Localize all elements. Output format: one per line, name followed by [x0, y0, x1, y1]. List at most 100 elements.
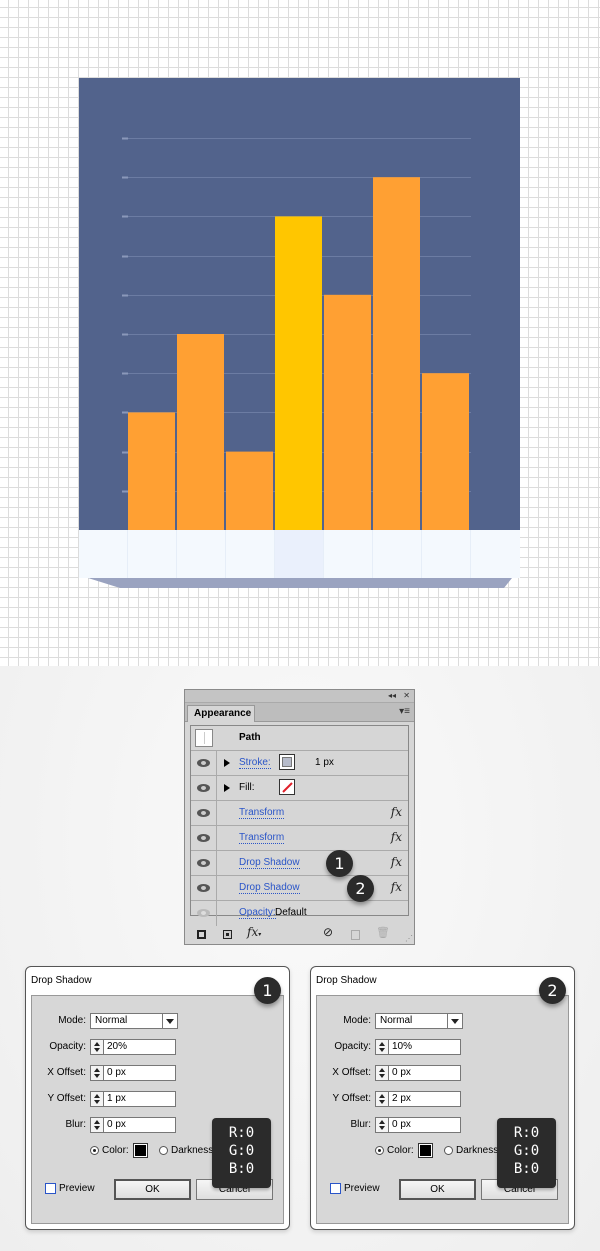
effect-row[interactable]: Transform fx [191, 826, 408, 851]
ok-button[interactable]: OK [114, 1179, 191, 1200]
color-radio[interactable] [375, 1146, 384, 1155]
blur-input[interactable]: 0 px [388, 1117, 461, 1133]
base-highlight [275, 530, 323, 578]
drop-shadow-link[interactable]: Drop Shadow [239, 882, 300, 894]
y-offset-input[interactable]: 2 px [388, 1091, 461, 1107]
y-offset-stepper[interactable] [90, 1091, 104, 1107]
y-offset-stepper[interactable] [375, 1091, 389, 1107]
mode-select[interactable]: Normal [90, 1013, 178, 1029]
fx-icon: fx [390, 855, 402, 869]
x-offset-stepper[interactable] [375, 1065, 389, 1081]
effect-row[interactable]: Transform fx [191, 801, 408, 826]
add-effect-icon[interactable]: fx▾ [247, 926, 261, 940]
step-badge: 1 [326, 850, 353, 877]
shadow-color-swatch[interactable] [418, 1143, 433, 1158]
path-title: Path [239, 732, 261, 743]
stroke-weight: 1 px [315, 757, 334, 768]
transform-link[interactable]: Transform [239, 832, 285, 844]
x-offset-stepper[interactable] [90, 1065, 104, 1081]
close-icon[interactable]: ✕ [403, 690, 410, 701]
bar [177, 334, 224, 530]
darkness-label: Darkness [456, 1145, 499, 1156]
y-tick [122, 255, 128, 258]
opacity-input[interactable]: 20% [103, 1039, 176, 1055]
drop-shadow-link[interactable]: Drop Shadow [239, 857, 300, 869]
blur-stepper[interactable] [90, 1117, 104, 1133]
opacity-stepper[interactable] [375, 1039, 389, 1055]
panel-footer: fx▾ ⊘ 🗑 ⋰ [185, 925, 414, 944]
panel-menu-icon[interactable]: ▾≡ [399, 706, 410, 717]
opacity-input[interactable]: 10% [388, 1039, 461, 1055]
stroke-link[interactable]: Stroke: [239, 757, 271, 769]
step-badge: 1 [254, 977, 281, 1004]
y-offset-label: Y Offset: [332, 1093, 371, 1104]
add-stroke-icon[interactable] [197, 930, 206, 939]
eye-icon[interactable] [197, 834, 210, 842]
opacity-row[interactable]: Opacity: Default [191, 901, 408, 926]
ok-button[interactable]: OK [399, 1179, 476, 1200]
step-badge: 2 [539, 977, 566, 1004]
eye-icon[interactable] [197, 909, 210, 917]
chevron-down-icon[interactable] [162, 1014, 177, 1028]
fill-none-swatch[interactable] [279, 779, 295, 795]
panel-titlebar: ◂◂ ✕ [185, 690, 414, 703]
clear-appearance-icon[interactable]: ⊘ [323, 926, 333, 938]
collapse-icon[interactable]: ◂◂ [388, 690, 396, 701]
preview-label: Preview [344, 1183, 380, 1194]
preview-checkbox[interactable] [330, 1183, 341, 1194]
path-thumbnail [195, 729, 213, 747]
shadow-color-swatch[interactable] [133, 1143, 148, 1158]
dialog-title: Drop Shadow [31, 975, 92, 986]
blur-stepper[interactable] [375, 1117, 389, 1133]
preview-checkbox[interactable] [45, 1183, 56, 1194]
bar [324, 294, 371, 530]
chart-base-shadow [88, 578, 512, 588]
y-tick [122, 411, 128, 414]
eye-icon[interactable] [197, 784, 210, 792]
y-tick [122, 137, 128, 140]
transform-link[interactable]: Transform [239, 807, 285, 819]
stroke-swatch[interactable] [279, 754, 295, 770]
effect-row[interactable]: Drop Shadow fx [191, 851, 408, 876]
expand-triangle-icon[interactable] [224, 784, 230, 792]
darkness-radio[interactable] [444, 1146, 453, 1155]
bar [128, 412, 175, 530]
x-offset-label: X Offset: [332, 1067, 371, 1078]
darkness-label: Darkness [171, 1145, 214, 1156]
drop-shadow-dialog: Drop Shadow Mode: Normal Opacity: 10% X … [310, 966, 575, 1230]
dialog-title: Drop Shadow [316, 975, 377, 986]
color-label: Color: [102, 1145, 129, 1156]
fx-icon: fx [390, 880, 402, 894]
blur-input[interactable]: 0 px [103, 1117, 176, 1133]
opacity-link[interactable]: Opacity: [239, 907, 276, 919]
eye-icon[interactable] [197, 809, 210, 817]
x-offset-input[interactable]: 0 px [103, 1065, 176, 1081]
y-offset-input[interactable]: 1 px [103, 1091, 176, 1107]
color-label: Color: [387, 1145, 414, 1156]
x-offset-input[interactable]: 0 px [388, 1065, 461, 1081]
tab-appearance[interactable]: Appearance [187, 705, 255, 722]
eye-icon[interactable] [197, 759, 210, 767]
expand-triangle-icon[interactable] [224, 759, 230, 767]
bar [422, 373, 469, 530]
effect-row[interactable]: Drop Shadow fx [191, 876, 408, 901]
stroke-row[interactable]: Stroke: 1 px [191, 751, 408, 776]
color-radio[interactable] [90, 1146, 99, 1155]
darkness-radio[interactable] [159, 1146, 168, 1155]
add-fill-icon[interactable] [223, 930, 232, 939]
opacity-value: Default [275, 907, 307, 918]
y-tick [122, 176, 128, 179]
delete-item-icon[interactable]: 🗑 [376, 928, 390, 939]
duplicate-item-icon[interactable] [351, 930, 360, 940]
chevron-down-icon[interactable] [447, 1014, 462, 1028]
path-header-row: Path [191, 726, 408, 751]
fill-row[interactable]: Fill: [191, 776, 408, 801]
opacity-stepper[interactable] [90, 1039, 104, 1055]
fill-label: Fill: [239, 782, 255, 793]
resize-grip-icon[interactable]: ⋰ [405, 933, 413, 944]
eye-icon[interactable] [197, 859, 210, 867]
artboard-canvas [0, 0, 600, 666]
mode-select[interactable]: Normal [375, 1013, 463, 1029]
appearance-panel: ◂◂ ✕ Appearance ▾≡ Path Stroke: 1 px Fil… [184, 689, 415, 945]
eye-icon[interactable] [197, 884, 210, 892]
